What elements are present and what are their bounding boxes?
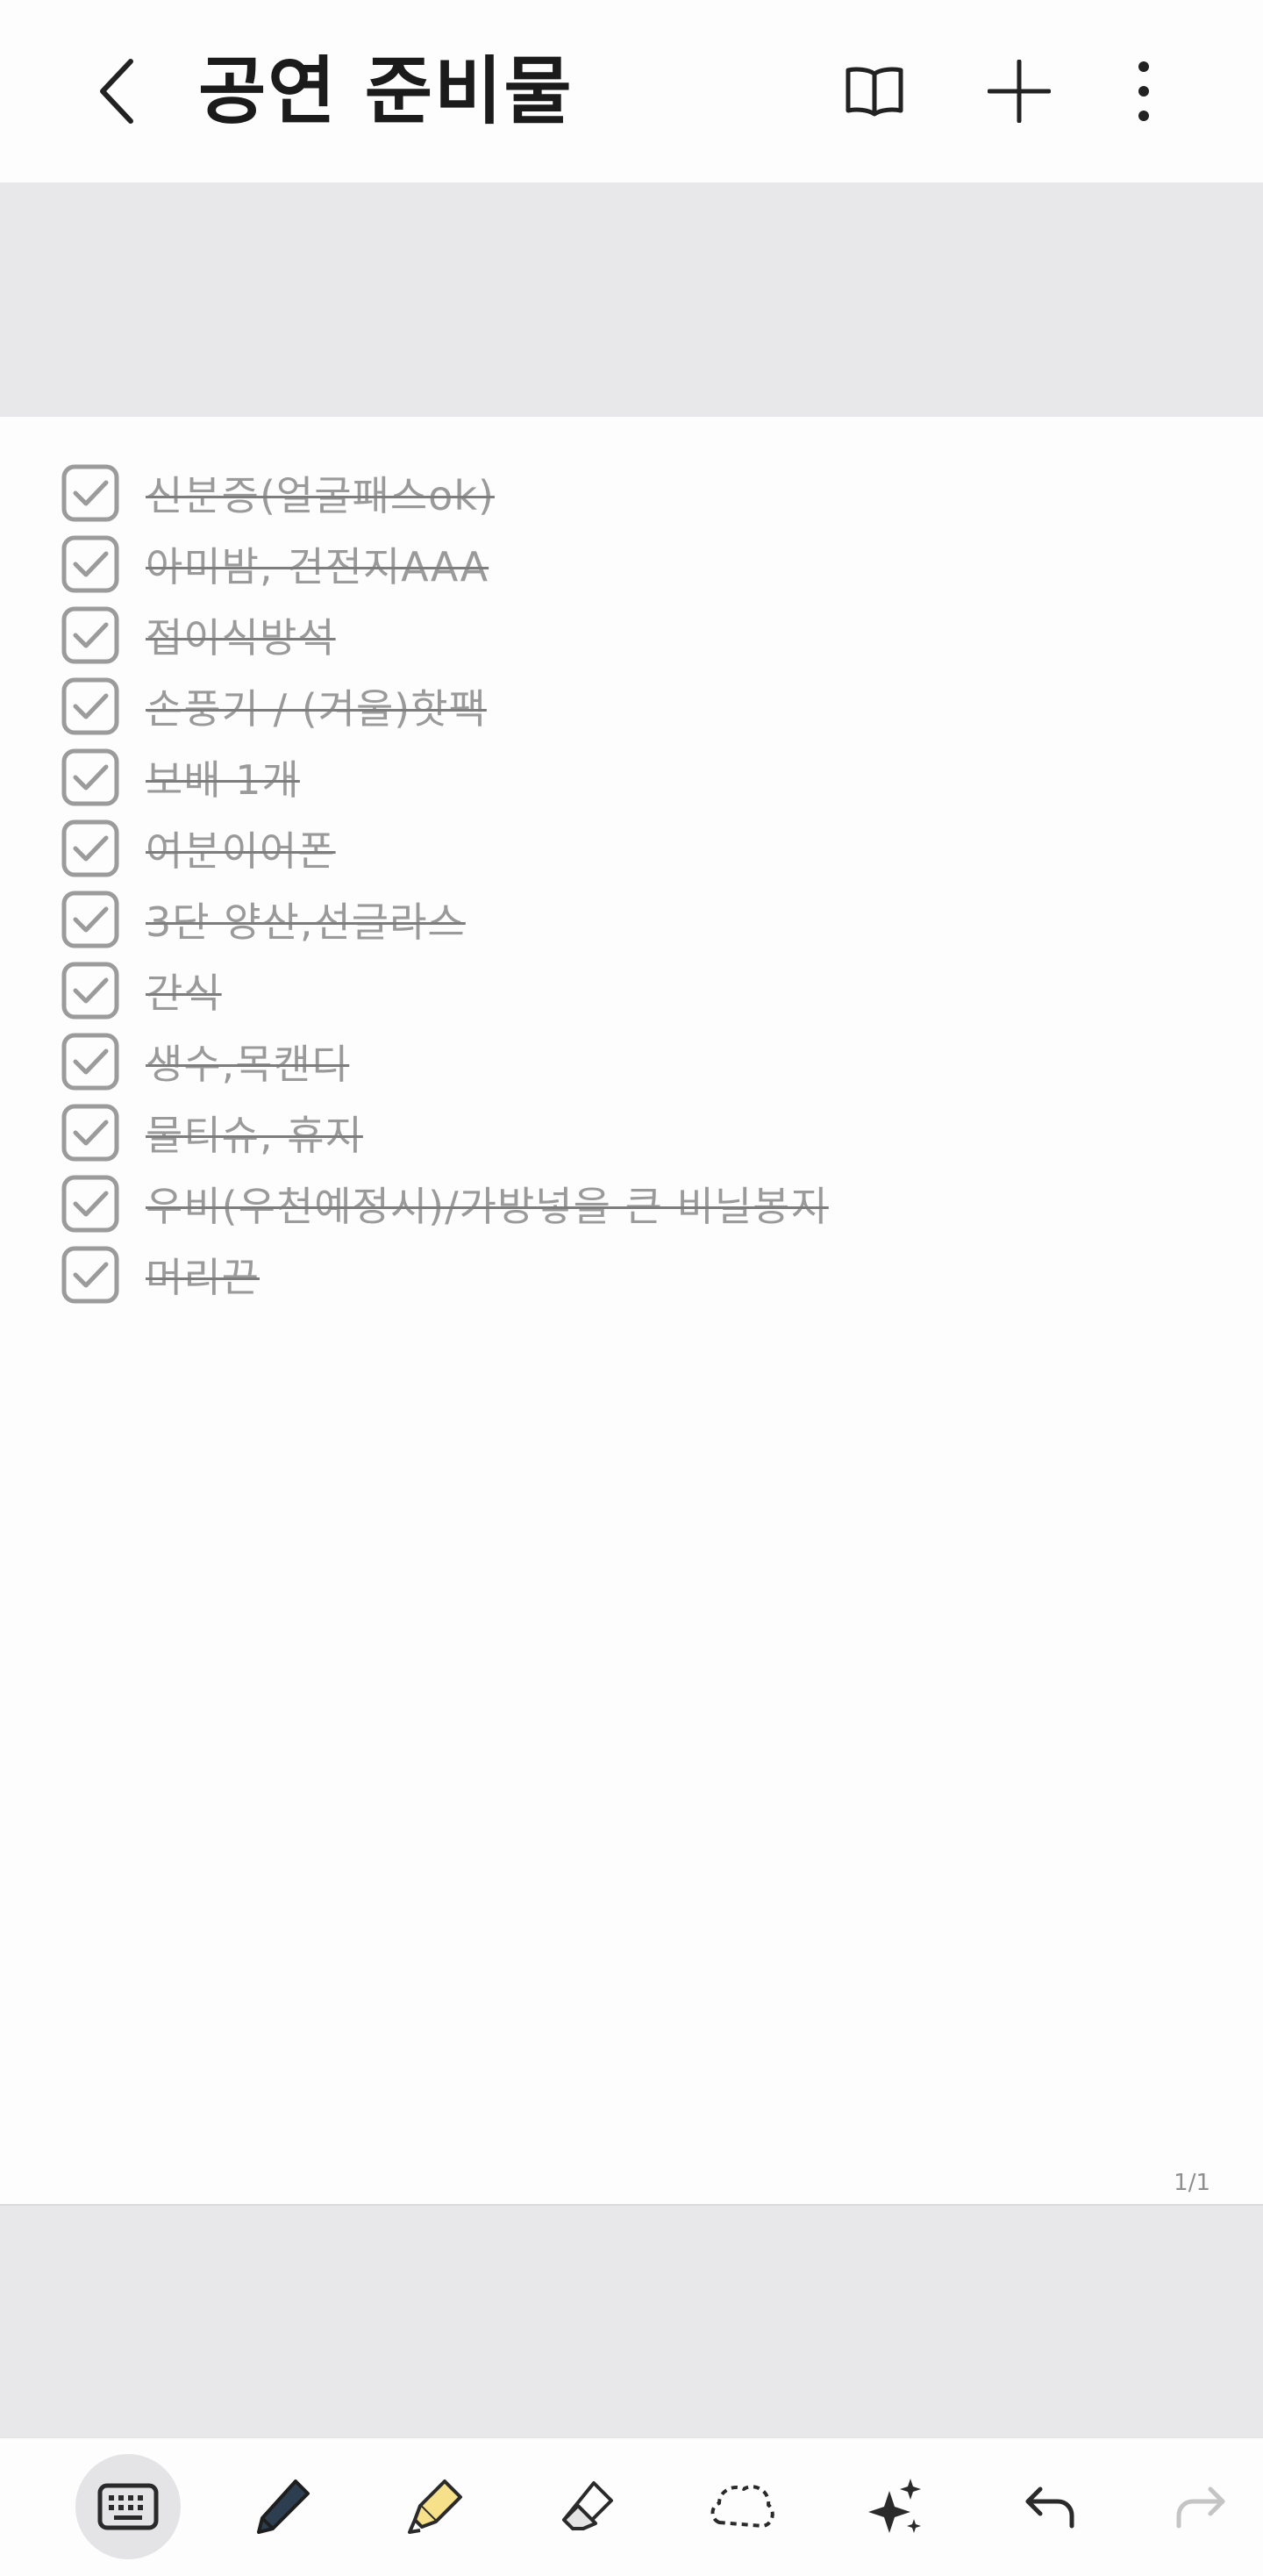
plus-icon: [988, 60, 1051, 123]
page-margin-top: [0, 182, 1263, 417]
checkbox[interactable]: [61, 891, 119, 948]
undo-icon: [1025, 2487, 1074, 2529]
ai-assist-button[interactable]: [842, 2454, 947, 2559]
pen-icon: [257, 2479, 310, 2534]
checkbox-checked-icon: [61, 891, 119, 948]
checkbox-checked-icon: [61, 819, 119, 877]
checkbox-checked-icon: [61, 1246, 119, 1303]
add-button[interactable]: [981, 53, 1058, 130]
checkbox[interactable]: [61, 677, 119, 735]
checkbox-checked-icon: [61, 962, 119, 1019]
checklist-item: 물티슈, 휴지: [61, 1097, 829, 1168]
notes-app: 공연 준비물 신분증(얼굴패스ok) 아미밤, 건전지AAA 접이식방석 손풍기…: [0, 0, 1263, 2576]
checklist-item: 보배 1개: [61, 741, 829, 812]
checklist-item: 손풍기 / (겨울)핫팩: [61, 670, 829, 741]
checkbox-checked-icon: [61, 464, 119, 521]
checklist-item: 접이식방석: [61, 599, 829, 670]
redo-icon: [1176, 2487, 1225, 2529]
checkbox-checked-icon: [61, 1104, 119, 1161]
keyboard-button[interactable]: [75, 2454, 181, 2559]
checklist-item: 아미밤, 건전지AAA: [61, 528, 829, 599]
checklist-item-text[interactable]: 손풍기 / (겨울)핫팩: [146, 677, 487, 735]
page-title: 공연 준비물: [198, 48, 574, 134]
checklist-item: 신분증(얼굴패스ok): [61, 457, 829, 528]
checkbox[interactable]: [61, 748, 119, 806]
undo-button[interactable]: [996, 2454, 1102, 2559]
page-margin-bottom: [0, 2204, 1263, 2436]
checkbox-checked-icon: [61, 1033, 119, 1090]
checklist-item: 간식: [61, 955, 829, 1026]
eraser-button[interactable]: [535, 2454, 640, 2559]
drawing-toolbar: [0, 2436, 1263, 2576]
lasso-icon: [710, 2485, 774, 2528]
back-button[interactable]: [84, 54, 151, 128]
checklist-item-text[interactable]: 보배 1개: [146, 748, 300, 806]
checkbox[interactable]: [61, 962, 119, 1020]
checklist-item: 머리끈: [61, 1239, 829, 1310]
checklist-item-text[interactable]: 신분증(얼굴패스ok): [146, 464, 495, 522]
checkbox-checked-icon: [61, 606, 119, 663]
checklist-item-text[interactable]: 아미밤, 건전지AAA: [146, 535, 489, 593]
keyboard-icon: [97, 2483, 159, 2530]
book-icon: [846, 67, 903, 117]
checkbox-checked-icon: [61, 535, 119, 592]
chevron-left-icon: [100, 59, 133, 124]
more-options-button[interactable]: [1105, 53, 1182, 130]
checklist-item-text[interactable]: 간식: [146, 962, 222, 1020]
checkbox-checked-icon: [61, 748, 119, 805]
checklist-item-text[interactable]: 우비(우천예정시)/가방넣을 큰 비닐봉지: [146, 1175, 829, 1233]
checkbox[interactable]: [61, 606, 119, 664]
reading-mode-button[interactable]: [836, 53, 913, 130]
highlighter-button[interactable]: [382, 2454, 488, 2559]
checklist-item: 생수,목캔디: [61, 1026, 829, 1097]
checkbox[interactable]: [61, 1033, 119, 1091]
checklist-item: 우비(우천예정시)/가방넣을 큰 비닐봉지: [61, 1168, 829, 1239]
checklist-item-text[interactable]: 여분이어폰: [146, 819, 336, 877]
checkbox[interactable]: [61, 1104, 119, 1162]
checkbox[interactable]: [61, 1246, 119, 1304]
lasso-button[interactable]: [689, 2454, 795, 2559]
checklist-item-text[interactable]: 물티슈, 휴지: [146, 1104, 363, 1162]
ai-sparkle-icon: [868, 2479, 921, 2533]
eraser-icon: [562, 2481, 613, 2530]
checklist-item-text[interactable]: 머리끈: [146, 1246, 260, 1304]
more-vertical-icon: [1138, 61, 1149, 121]
page-indicator: 1/1: [1174, 2170, 1210, 2196]
checkbox[interactable]: [61, 464, 119, 522]
note-page[interactable]: 신분증(얼굴패스ok) 아미밤, 건전지AAA 접이식방석 손풍기 / (겨울)…: [0, 417, 1263, 2204]
checklist: 신분증(얼굴패스ok) 아미밤, 건전지AAA 접이식방석 손풍기 / (겨울)…: [61, 457, 829, 1310]
checklist-item-text[interactable]: 접이식방석: [146, 606, 336, 664]
checkbox-checked-icon: [61, 677, 119, 734]
checkbox-checked-icon: [61, 1175, 119, 1232]
app-header: 공연 준비물: [0, 0, 1263, 182]
checklist-item: 3단 양산,선글라스: [61, 884, 829, 955]
checklist-item-text[interactable]: 3단 양산,선글라스: [146, 891, 466, 948]
checklist-item-text[interactable]: 생수,목캔디: [146, 1033, 349, 1091]
checklist-item: 여분이어폰: [61, 812, 829, 884]
checkbox[interactable]: [61, 819, 119, 877]
highlighter-icon: [408, 2479, 462, 2534]
checkbox[interactable]: [61, 535, 119, 593]
pen-button[interactable]: [230, 2454, 335, 2559]
checkbox[interactable]: [61, 1175, 119, 1233]
redo-button[interactable]: [1149, 2454, 1254, 2559]
